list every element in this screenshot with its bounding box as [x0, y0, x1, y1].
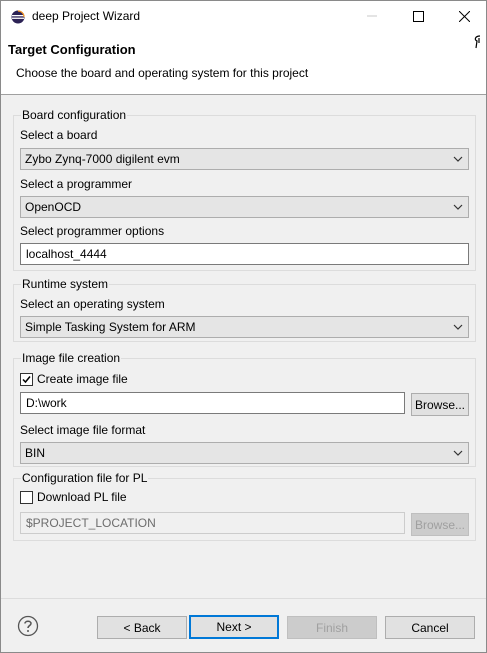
window-title: deep Project Wizard: [32, 9, 141, 23]
programmer-options-label: Select programmer options: [20, 224, 165, 238]
image-file-group: Image file creation Create image file D:…: [13, 351, 476, 467]
next-button[interactable]: Next >: [189, 615, 279, 639]
page-description: Choose the board and operating system fo…: [16, 66, 309, 80]
create-image-checkbox[interactable]: [20, 373, 33, 386]
runtime-system-group: Runtime system Select an operating syste…: [13, 277, 476, 342]
wizard-header: Target Configuration Choose the board an…: [1, 32, 486, 95]
board-select[interactable]: Zybo Zynq-7000 digilent evm: [20, 148, 469, 170]
chevron-down-icon: [453, 204, 463, 210]
group-title: Configuration file for PL: [21, 471, 149, 485]
image-format-label: Select image file format: [20, 423, 146, 437]
checkmark-icon: [22, 376, 31, 384]
pl-path-input: $PROJECT_LOCATION: [20, 512, 405, 534]
programmer-label: Select a programmer: [20, 177, 133, 191]
chevron-down-icon: [453, 450, 463, 456]
title-bar: deep Project Wizard: [1, 1, 486, 32]
image-path-input[interactable]: D:\work: [20, 392, 405, 414]
board-configuration-group: Board configuration Select a board Zybo …: [13, 108, 476, 271]
image-browse-button[interactable]: Browse...: [411, 393, 469, 416]
group-title: Image file creation: [21, 351, 122, 365]
group-title: Board configuration: [21, 108, 128, 122]
chevron-down-icon: [453, 324, 463, 330]
page-title: Target Configuration: [8, 42, 136, 57]
programmer-options-value: localhost_4444: [26, 247, 107, 261]
finish-button: Finish: [287, 616, 377, 639]
wizard-window: deep Project Wizard Target Configuration…: [0, 0, 487, 653]
eclipse-icon: [11, 10, 25, 24]
image-format-select[interactable]: BIN: [20, 442, 469, 464]
wizard-banner-icon: [473, 35, 483, 49]
create-image-label[interactable]: Create image file: [37, 372, 128, 386]
board-label: Select a board: [20, 128, 98, 142]
pl-path-value: $PROJECT_LOCATION: [26, 516, 156, 530]
minimize-icon: [367, 15, 377, 17]
maximize-icon: [412, 10, 424, 22]
os-label: Select an operating system: [20, 297, 165, 311]
os-select-value: Simple Tasking System for ARM: [25, 320, 196, 334]
minimize-button[interactable]: [349, 1, 395, 31]
close-icon: [458, 10, 470, 22]
close-button[interactable]: [441, 1, 487, 31]
footer-divider: [1, 598, 486, 599]
image-path-value: D:\work: [26, 396, 67, 410]
chevron-down-icon: [453, 156, 463, 162]
download-pl-checkbox[interactable]: [20, 491, 33, 504]
programmer-options-input[interactable]: localhost_4444: [20, 243, 469, 265]
programmer-select-value: OpenOCD: [25, 200, 82, 214]
maximize-button[interactable]: [395, 1, 441, 31]
back-button[interactable]: < Back: [97, 616, 187, 639]
download-pl-label[interactable]: Download PL file: [37, 490, 127, 504]
image-format-value: BIN: [25, 446, 46, 460]
pl-configuration-group: Configuration file for PL Download PL fi…: [13, 471, 476, 541]
programmer-select[interactable]: OpenOCD: [20, 196, 469, 218]
cancel-button[interactable]: Cancel: [385, 616, 475, 639]
help-icon[interactable]: [17, 615, 39, 637]
os-select[interactable]: Simple Tasking System for ARM: [20, 316, 469, 338]
group-title: Runtime system: [21, 277, 110, 291]
board-select-value: Zybo Zynq-7000 digilent evm: [25, 152, 180, 166]
pl-browse-button: Browse...: [411, 513, 469, 536]
